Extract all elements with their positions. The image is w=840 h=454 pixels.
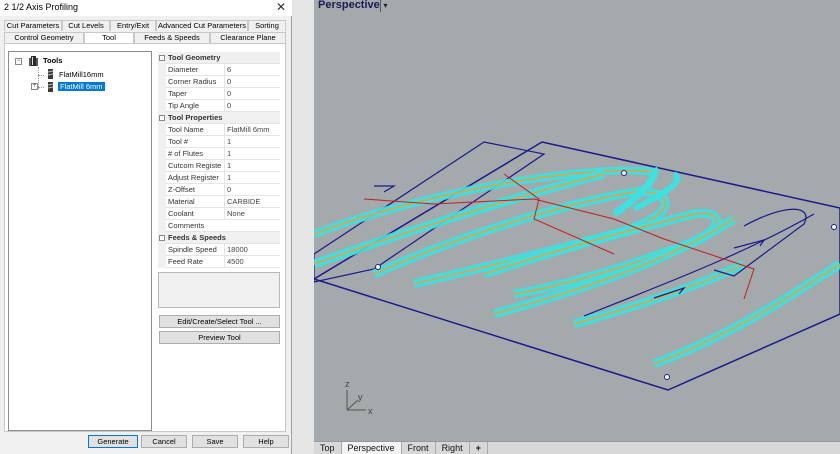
viewport-tabs: Top Perspective Front Right + (314, 441, 840, 454)
collapse-icon[interactable] (159, 55, 165, 61)
prop-spindle-speed[interactable]: Spindle Speed 18000 (158, 244, 280, 256)
cancel-button[interactable]: Cancel (141, 435, 187, 448)
prop-comments[interactable]: Comments (158, 220, 280, 232)
tree-line (38, 67, 39, 89)
perspective-viewport[interactable]: Perspective ▾ z x y Top Perspective Fron… (314, 0, 840, 454)
prop-corner-radius[interactable]: Corner Radius 0 (158, 76, 280, 88)
tab-front[interactable]: Front (402, 442, 436, 454)
prop-tool-number[interactable]: Tool #1 (158, 136, 280, 148)
dialog-titlebar: 2 1/2 Axis Profiling ✕ (0, 0, 292, 16)
tab-clearance-plane[interactable]: Clearance Plane (210, 32, 286, 43)
point-marker[interactable] (664, 374, 670, 380)
tab-row-1: Cut Parameters Cut Levels Entry/Exit Adv… (4, 20, 286, 31)
collapse-icon[interactable]: − (15, 58, 22, 65)
dialog-title: 2 1/2 Axis Profiling (4, 2, 79, 12)
tree-root-tools[interactable]: Tools (43, 56, 62, 65)
part-outline (374, 185, 397, 193)
tab-top[interactable]: Top (314, 442, 342, 454)
prop-tip-angle[interactable]: Tip Angle 0 (158, 100, 280, 112)
y-axis-icon (346, 399, 359, 411)
generate-button[interactable]: Generate (88, 435, 138, 448)
viewport-menu-icon[interactable]: ▾ (380, 0, 390, 12)
collapse-icon[interactable] (159, 235, 165, 241)
prop-z-offset[interactable]: Z-Offset 0 (158, 184, 280, 196)
category-feeds-speeds[interactable]: Feeds & Speeds (158, 232, 280, 244)
tab-perspective[interactable]: Perspective (341, 442, 402, 454)
tab-sorting[interactable]: Sorting (248, 20, 286, 31)
tab-feeds-speeds[interactable]: Feeds & Speeds (134, 32, 210, 43)
toolpath-group (314, 166, 840, 369)
prop-cutcom-register[interactable]: Cutcom Registe 1 (158, 160, 280, 172)
help-button[interactable]: Help (243, 435, 289, 448)
property-description-box (158, 272, 280, 308)
property-grid: Tool Geometry Diameter 6 Corner Radius 0 T… (158, 52, 280, 268)
flatmill-icon (47, 82, 54, 92)
tree-item-flatmill6mm[interactable]: FlatMill 6mm (58, 82, 105, 91)
toolpath-strip (652, 260, 840, 369)
viewport-title[interactable]: Perspective (318, 0, 380, 11)
point-marker[interactable] (375, 264, 381, 270)
prop-tool-name[interactable]: Tool Name FlatMill 6mm (158, 124, 280, 136)
close-icon[interactable]: ✕ (276, 0, 286, 14)
tab-entry-exit[interactable]: Entry/Exit (110, 20, 156, 31)
category-tool-properties[interactable]: Tool Properties (158, 112, 280, 124)
tab-advanced-cut-parameters[interactable]: Advanced Cut Parameters (156, 20, 248, 31)
axis-label-z: z (345, 379, 350, 389)
add-tab-icon[interactable]: + (470, 442, 488, 454)
profiling-dialog: 2 1/2 Axis Profiling ✕ Cut Parameters Cu… (0, 0, 292, 454)
tab-cut-levels[interactable]: Cut Levels (62, 20, 110, 31)
axis-label-y: y (358, 392, 363, 402)
prop-flutes[interactable]: # of Flutes 1 (158, 148, 280, 160)
prop-feed-rate[interactable]: Feed Rate 4500 (158, 256, 280, 268)
edit-create-select-tool-button[interactable]: Edit/Create/Select Tool ... (159, 315, 280, 328)
collapse-icon[interactable] (159, 115, 165, 121)
axis-gizmo: z x y (345, 379, 373, 416)
flatmill-icon (47, 69, 54, 79)
preview-tool-button[interactable]: Preview Tool (159, 331, 280, 344)
prop-coolant[interactable]: Coolant None (158, 208, 280, 220)
tree-line (38, 87, 44, 88)
category-tool-geometry[interactable]: Tool Geometry (158, 52, 280, 64)
tab-tool[interactable]: Tool (84, 32, 134, 43)
tab-control-geometry[interactable]: Control Geometry (4, 32, 84, 43)
tool-tree[interactable]: − Tools FlatMill16mm + FlatMill 6mm (8, 51, 152, 431)
viewport-canvas[interactable]: z x y (314, 14, 840, 441)
tree-item-flatmill16mm[interactable]: FlatMill16mm (59, 70, 104, 79)
tab-row-2: Control Geometry Tool Feeds & Speeds Cle… (4, 32, 286, 43)
tab-cut-parameters[interactable]: Cut Parameters (4, 20, 62, 31)
point-marker[interactable] (831, 224, 837, 230)
viewport-header: Perspective ▾ (314, 0, 840, 14)
expand-icon[interactable]: + (31, 83, 38, 90)
tab-right[interactable]: Right (436, 442, 470, 454)
window-gap (292, 0, 314, 454)
tree-line (38, 75, 44, 76)
prop-material[interactable]: Material CARBIDE (158, 196, 280, 208)
prop-diameter[interactable]: Diameter 6 (158, 64, 280, 76)
prop-taper[interactable]: Taper 0 (158, 88, 280, 100)
save-button[interactable]: Save (192, 435, 238, 448)
prop-adjust-register[interactable]: Adjust Register 1 (158, 172, 280, 184)
axis-label-x: x (368, 406, 373, 416)
tools-folder-icon (29, 56, 38, 66)
point-marker[interactable] (621, 170, 627, 176)
